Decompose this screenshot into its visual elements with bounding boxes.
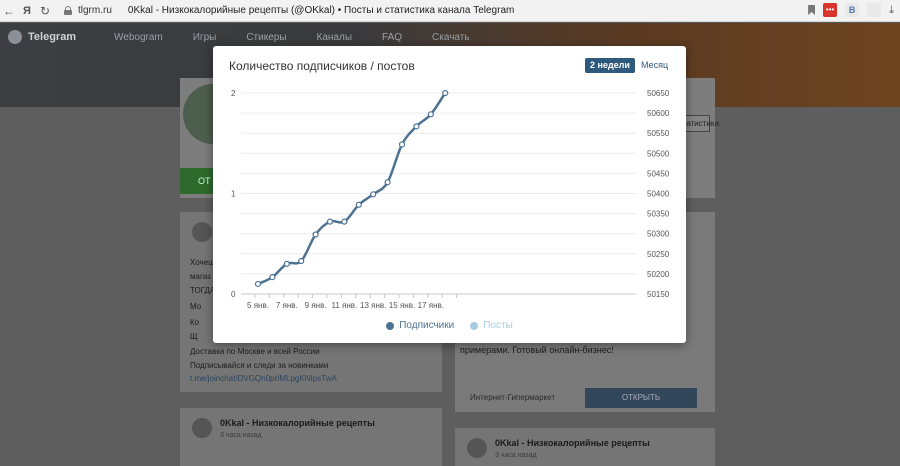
post-channel-title: 0Kkal - Низкокалорийные рецепты xyxy=(220,418,375,428)
extension-red-icon[interactable]: ••• xyxy=(823,3,838,17)
reload-icon[interactable]: ↻ xyxy=(36,4,54,18)
subscribers-data-point xyxy=(370,191,377,198)
post-avatar xyxy=(192,222,212,242)
post-line: ТОГДА xyxy=(190,286,216,295)
nav-item-faq[interactable]: FAQ xyxy=(382,32,402,43)
page-title: 0Kkal - Низкокалорийные рецепты (@OKkal)… xyxy=(127,5,515,16)
ad-open-button[interactable]: ОТКРЫТЬ xyxy=(585,388,697,408)
x-axis-tick-label: 11 янв. xyxy=(332,301,358,310)
subscribers-data-point xyxy=(442,89,449,97)
legend-label: Подписчики xyxy=(399,320,455,331)
vk-extension-icon[interactable]: B xyxy=(845,3,860,17)
x-axis-tick-label: 17 янв. xyxy=(418,301,444,310)
x-axis-tick-label: 7 янв. xyxy=(276,301,298,310)
right-axis-tick-label: 50350 xyxy=(647,210,670,219)
telegram-icon xyxy=(8,30,22,44)
x-axis-tick-label: 9 янв. xyxy=(305,301,327,310)
x-axis-tick-label: 13 янв. xyxy=(360,301,386,310)
subscribers-data-point xyxy=(269,274,276,281)
left-axis-tick-label: 0 xyxy=(231,290,236,299)
subscribers-data-point xyxy=(298,257,305,265)
left-axis-tick-label: 2 xyxy=(231,89,236,98)
left-axis-tick-label: 1 xyxy=(231,190,236,199)
right-axis-tick-label: 50500 xyxy=(647,149,670,158)
post-line: Хочеш xyxy=(190,258,215,267)
open-channel-button[interactable]: ОТ xyxy=(180,168,214,194)
post-line: Доставка по Москве и всей России xyxy=(190,347,320,356)
x-axis-tick-label: 15 янв. xyxy=(389,301,415,310)
nav-item-games[interactable]: Игры xyxy=(193,32,217,43)
right-axis-tick-label: 50250 xyxy=(647,250,670,259)
post-line: Ко xyxy=(190,318,200,327)
download-icon[interactable]: ⤓ xyxy=(889,4,894,17)
back-arrow-icon[interactable]: ← xyxy=(0,4,18,18)
ad-text: примерами. Готовый онлайн-бизнес! xyxy=(460,345,614,355)
yandex-icon[interactable]: Я xyxy=(18,5,36,17)
post-time: 3 часа назад xyxy=(220,432,262,439)
right-axis-tick-label: 50400 xyxy=(647,190,670,199)
nav-item-webogram[interactable]: Webogram xyxy=(114,32,163,43)
post-line: Мо xyxy=(190,302,202,311)
subscribers-chart: 50150 50200 50250 50300 50350 50400 50450 50500… xyxy=(231,89,670,310)
browser-toolbar: ← Я ↻ tlgrm.ru 0Kkal - Низкокалорийные р… xyxy=(0,0,900,22)
subscribers-data-point xyxy=(384,179,391,186)
site-logo[interactable]: Telegram xyxy=(8,30,76,44)
post-time: 3 часа назад xyxy=(495,452,537,459)
post-link[interactable]: t.me/joinchat/DVGQn0prIMLpgKNIpsTwA xyxy=(190,374,337,383)
subscribers-data-point xyxy=(326,218,334,225)
right-axis-tick-label: 50150 xyxy=(647,290,670,299)
subscribers-series-line xyxy=(257,92,447,286)
url-domain[interactable]: tlgrm.ru xyxy=(78,5,112,16)
legend-posts[interactable]: Посты xyxy=(470,320,513,331)
nav-item-channels[interactable]: Каналы xyxy=(317,32,353,43)
bookmark-icon[interactable] xyxy=(808,5,816,15)
post-avatar xyxy=(467,438,487,458)
subscribers-data-point xyxy=(254,280,262,288)
right-axis-tick-label: 50300 xyxy=(647,230,670,239)
x-axis-tick-label: 5 янв. xyxy=(247,301,269,310)
right-axis-tick-label: 50600 xyxy=(647,109,670,118)
right-axis-tick-label: 50200 xyxy=(647,270,670,279)
subscribers-data-point xyxy=(427,111,434,118)
legend-subscribers[interactable]: Подписчики xyxy=(386,320,454,331)
right-axis-tick-label: 50550 xyxy=(647,129,670,138)
legend-label: Посты xyxy=(483,320,513,331)
post-line: Щ xyxy=(190,332,198,341)
nav-item-download[interactable]: Скачать xyxy=(432,32,470,43)
site-logo-label: Telegram xyxy=(28,31,77,43)
subscribers-data-point xyxy=(341,218,348,225)
subscribers-data-point xyxy=(355,201,362,208)
subscribers-data-point xyxy=(312,231,319,238)
subscribers-data-point xyxy=(283,260,290,267)
legend-dot xyxy=(470,321,479,330)
legend-dot xyxy=(386,321,395,330)
post-line: Подписывайся и следи за новинками xyxy=(190,361,329,370)
ad-footer: Интернет-Гипермаркет xyxy=(470,393,555,402)
lock-icon xyxy=(64,6,72,15)
nav-item-stickers[interactable]: Стикеры xyxy=(246,32,286,43)
site-nav: Webogram Игры Стикеры Каналы FAQ Скачать xyxy=(114,32,500,43)
chart-legend: Подписчики Посты xyxy=(213,320,686,331)
subscribers-data-point xyxy=(413,123,420,130)
stats-modal: Количество подписчиков / постов 2 недели… xyxy=(213,46,686,343)
post-channel-title: 0Kkal - Низкокалорийные рецепты xyxy=(495,438,650,448)
extension-icon[interactable] xyxy=(867,3,882,17)
post-line: магаз xyxy=(190,272,211,281)
right-axis-tick-label: 50450 xyxy=(647,169,670,178)
right-axis-tick-label: 50650 xyxy=(647,89,670,98)
post-avatar xyxy=(192,418,212,438)
subscribers-data-point xyxy=(398,141,406,148)
